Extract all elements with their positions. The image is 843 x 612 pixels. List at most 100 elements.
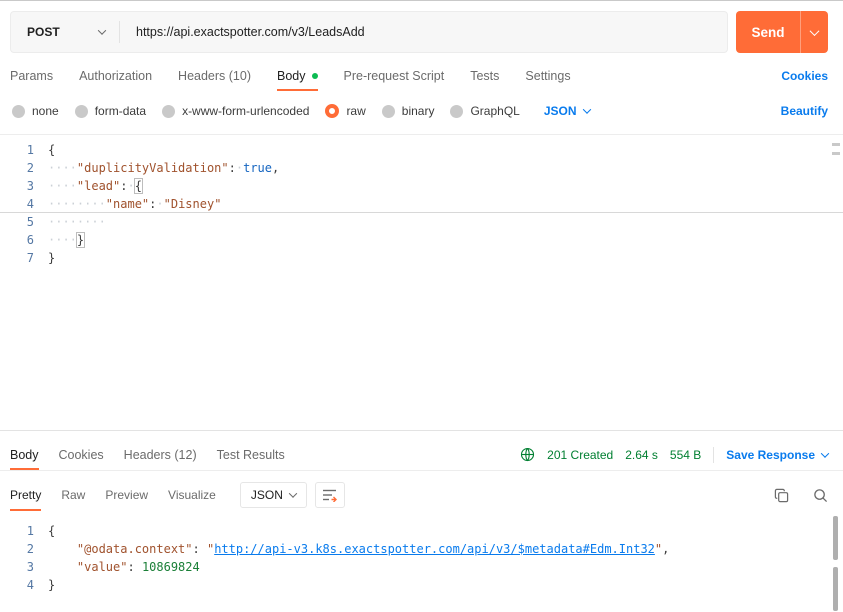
save-response-label: Save Response: [726, 447, 815, 462]
response-tab-test-results[interactable]: Test Results: [217, 439, 285, 470]
divider: [713, 446, 715, 463]
code-token: :: [127, 560, 142, 574]
annotation-mark: [832, 152, 840, 155]
code-line-1[interactable]: 1{: [0, 141, 843, 159]
body-type-raw[interactable]: raw: [325, 104, 366, 118]
code-token: ····: [48, 179, 77, 193]
code-line-6[interactable]: 6 ····}: [0, 231, 843, 249]
scrollbar-thumb[interactable]: [833, 516, 838, 560]
request-editor-lines: 1{2 ····"duplicityValidation":·true, 3 ····…: [0, 141, 843, 267]
request-tab-pre-request-script[interactable]: Pre-request Script: [344, 61, 445, 91]
code-token: ·: [156, 197, 164, 211]
search-icon: [814, 488, 828, 502]
tab-label: Pretty: [10, 488, 42, 502]
method-label: POST: [27, 25, 60, 39]
tab-label: Cookies: [58, 447, 104, 462]
code-line-3[interactable]: 3 ····"lead":·{: [0, 177, 843, 195]
line-content: ········"name":·"Disney": [48, 197, 221, 211]
radio-selected-icon: [325, 104, 340, 118]
code-token: ········: [48, 197, 106, 211]
tab-label: Raw: [61, 488, 86, 502]
body-type-row: none form-data x-www-form-urlencoded raw bin…: [12, 97, 828, 125]
response-format-select[interactable]: JSON: [239, 482, 307, 508]
code-token: ····: [48, 233, 77, 247]
code-token: ········: [48, 215, 106, 229]
code-line-1[interactable]: 1{: [0, 522, 843, 540]
request-tab-tests[interactable]: Tests: [470, 61, 499, 91]
body-type-x-www-form-urlencoded[interactable]: x-www-form-urlencoded: [162, 104, 309, 118]
response-view-tab-raw[interactable]: Raw: [61, 479, 85, 511]
response-format-label: JSON: [250, 488, 283, 502]
response-url-link[interactable]: http://api-v3.k8s.exactspotter.com/api/v…: [214, 542, 655, 556]
request-tab-settings[interactable]: Settings: [525, 61, 570, 91]
tab-label: Params: [10, 69, 54, 83]
response-body-editor[interactable]: 1{2 "@odata.context": "http://api-v3.k8s…: [0, 515, 843, 612]
scrollbar-thumb[interactable]: [833, 567, 838, 611]
response-tabs: Body Cookies Headers (12) Test Results: [10, 439, 285, 470]
line-content: }: [48, 251, 55, 265]
line-content: ····"lead":·{: [48, 178, 144, 194]
request-tab-params[interactable]: Params: [10, 61, 53, 91]
code-line-4[interactable]: 4 ········"name":·"Disney": [0, 195, 843, 213]
response-view-tab-pretty[interactable]: Pretty: [10, 479, 41, 511]
response-tab-cookies[interactable]: Cookies: [59, 439, 104, 470]
code-line-7[interactable]: 7}: [0, 249, 843, 267]
code-token: ·: [127, 179, 135, 193]
body-type-form-data[interactable]: form-data: [74, 104, 147, 118]
request-tab-body[interactable]: Body: [277, 61, 318, 91]
response-size: 554 B: [669, 447, 702, 462]
code-line-5[interactable]: 5 ········: [0, 213, 843, 231]
body-content-dot: [311, 73, 318, 79]
wrap-text-icon: [322, 489, 337, 502]
line-content: {: [48, 143, 55, 157]
radio-label: form-data: [94, 104, 147, 118]
radio-label: binary: [401, 104, 435, 118]
response-view-tab-preview[interactable]: Preview: [105, 479, 148, 511]
response-tab-headers-12[interactable]: Headers (12): [124, 439, 197, 470]
editor-annotation-marks: [832, 143, 840, 155]
search-button[interactable]: [813, 488, 828, 503]
radio-icon: [74, 104, 88, 118]
body-type-graphql[interactable]: GraphQL: [450, 104, 520, 118]
request-tab-authorization[interactable]: Authorization: [79, 61, 152, 91]
code-token: "duplicityValidation": [76, 161, 229, 175]
method-select[interactable]: POST: [11, 12, 119, 52]
code-token: }: [75, 232, 86, 248]
response-view-tab-visualize[interactable]: Visualize: [168, 479, 216, 511]
radio-icon: [12, 104, 25, 118]
body-type-none[interactable]: none: [12, 104, 59, 118]
radio-icon: [381, 104, 395, 118]
radio-icon: [450, 104, 464, 118]
radio-label: none: [32, 104, 59, 118]
code-token: "name": [105, 197, 150, 211]
response-tab-body[interactable]: Body: [10, 439, 39, 470]
line-number: 3: [26, 560, 34, 574]
request-tabs-row: Params Authorization Headers (10) Body Pre-r…: [10, 61, 828, 91]
request-tab-headers-10[interactable]: Headers (10): [178, 61, 251, 91]
code-line-4[interactable]: 4}: [0, 576, 843, 594]
network-icon: [520, 447, 535, 462]
request-tabs: Params Authorization Headers (10) Body Pre-r…: [10, 61, 571, 91]
send-options-button[interactable]: [800, 11, 828, 53]
response-header: Body Cookies Headers (12) Test Results 201 …: [10, 439, 830, 470]
raw-language-select[interactable]: JSON: [544, 104, 591, 118]
save-response-button[interactable]: Save Response: [726, 447, 830, 462]
send-button[interactable]: Send: [736, 11, 800, 53]
chevron-down-icon: [809, 25, 820, 36]
code-line-3[interactable]: 3 "value": 10869824: [0, 558, 843, 576]
wrap-text-button[interactable]: [314, 482, 345, 508]
radio-label: x-www-form-urlencoded: [182, 104, 310, 118]
response-editor-lines: 1{2 "@odata.context": "http://api-v3.k8s…: [0, 522, 843, 594]
beautify-link[interactable]: Beautify: [781, 104, 828, 118]
body-type-binary[interactable]: binary: [381, 104, 435, 118]
url-input[interactable]: https://api.exactspotter.com/v3/LeadsAdd: [120, 25, 365, 39]
code-line-2[interactable]: 2 ····"duplicityValidation":·true,: [0, 159, 843, 177]
postman-request-view: POST https://api.exactspotter.com/v3/Lea…: [0, 0, 843, 612]
copy-button[interactable]: [774, 488, 789, 503]
cookies-link[interactable]: Cookies: [781, 69, 828, 83]
response-tool-icons: [774, 479, 828, 511]
code-line-2[interactable]: 2 "@odata.context": "http://api-v3.k8s.e…: [0, 540, 843, 558]
request-body-editor[interactable]: 1{2 ····"duplicityValidation":·true, 3 ····…: [0, 134, 843, 431]
chevron-down-icon: [97, 26, 107, 35]
